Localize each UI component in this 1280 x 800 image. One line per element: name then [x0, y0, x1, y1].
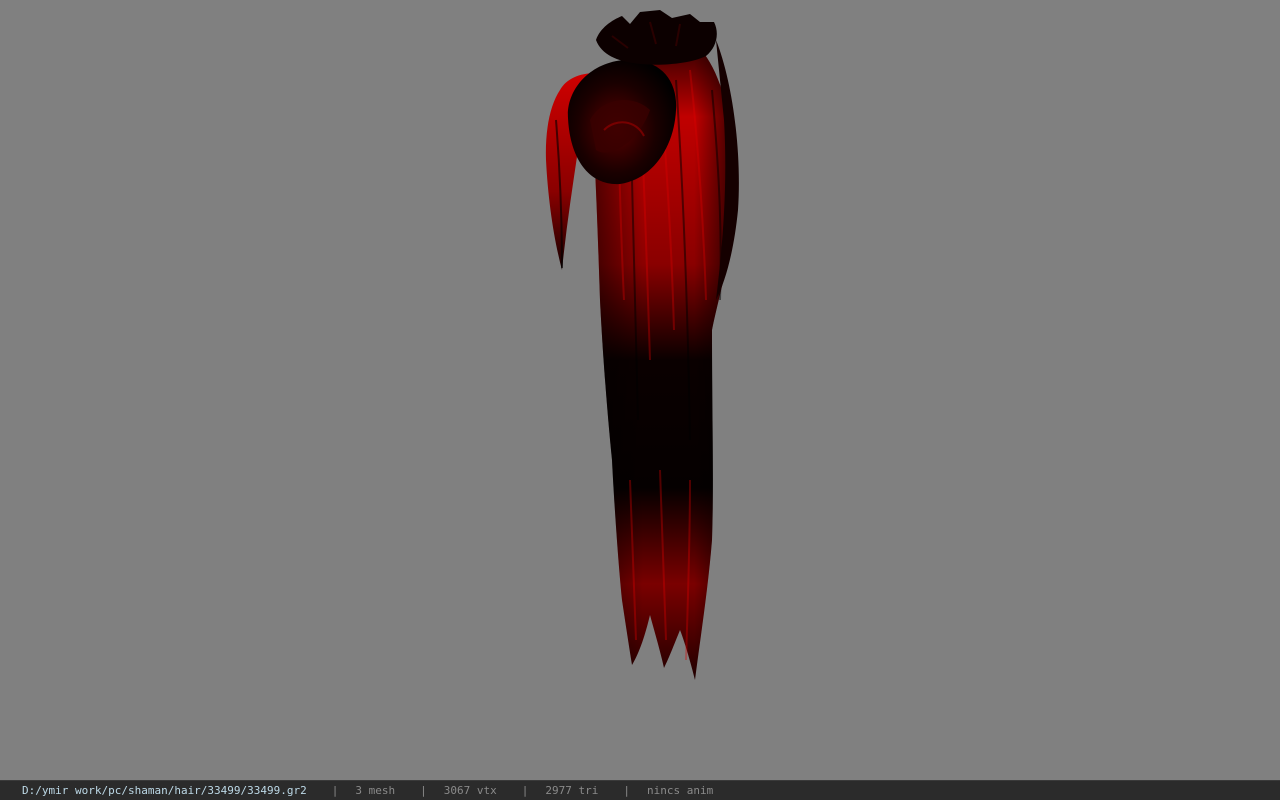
vertex-count-label: 3067 vtx [443, 784, 497, 797]
status-separator: | [521, 784, 529, 797]
status-separator: | [623, 784, 630, 797]
status-bar: D:/ymir work/pc/shaman/hair/33499/33499.… [0, 780, 1280, 800]
file-path-label: D:/ymir work/pc/shaman/hair/33499/33499.… [22, 784, 307, 797]
3d-viewport[interactable] [0, 0, 1280, 780]
status-separator: | [331, 784, 339, 797]
anim-status-label: nincs anim [647, 784, 714, 797]
status-separator: | [420, 784, 427, 797]
hair-model-render [545, 10, 739, 680]
triangle-count-label: 2977 tri [545, 784, 599, 797]
hair-mesh [545, 10, 739, 680]
mesh-count-label: 3 mesh [355, 784, 396, 797]
